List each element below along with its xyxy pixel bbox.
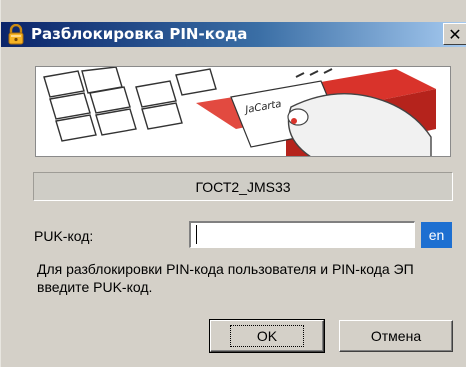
close-icon: ✕ xyxy=(448,24,462,44)
hint-text: Для разблокировки PIN-кода пользователя … xyxy=(37,261,414,295)
cancel-button[interactable]: Отмена xyxy=(339,320,453,352)
ok-button-label: OK xyxy=(229,325,305,347)
text-caret xyxy=(196,225,197,244)
unlock-pin-dialog: Разблокировка PIN-кода ✕ JaCarta ГОСТ2_J… xyxy=(0,0,466,367)
puk-input[interactable] xyxy=(189,221,415,248)
window-title: Разблокировка PIN-кода xyxy=(31,25,248,43)
ok-button[interactable]: OK xyxy=(209,319,325,353)
padlock-icon xyxy=(7,23,25,45)
token-name-field: ГОСТ2_JMS33 xyxy=(33,172,453,201)
close-button[interactable]: ✕ xyxy=(443,23,466,45)
jacarta-banner-image: JaCarta xyxy=(35,66,451,157)
puk-label: PUK-код: xyxy=(34,228,94,244)
title-bar[interactable]: Разблокировка PIN-кода ✕ xyxy=(1,22,466,47)
keyboard-layout-indicator[interactable]: en xyxy=(421,222,452,248)
